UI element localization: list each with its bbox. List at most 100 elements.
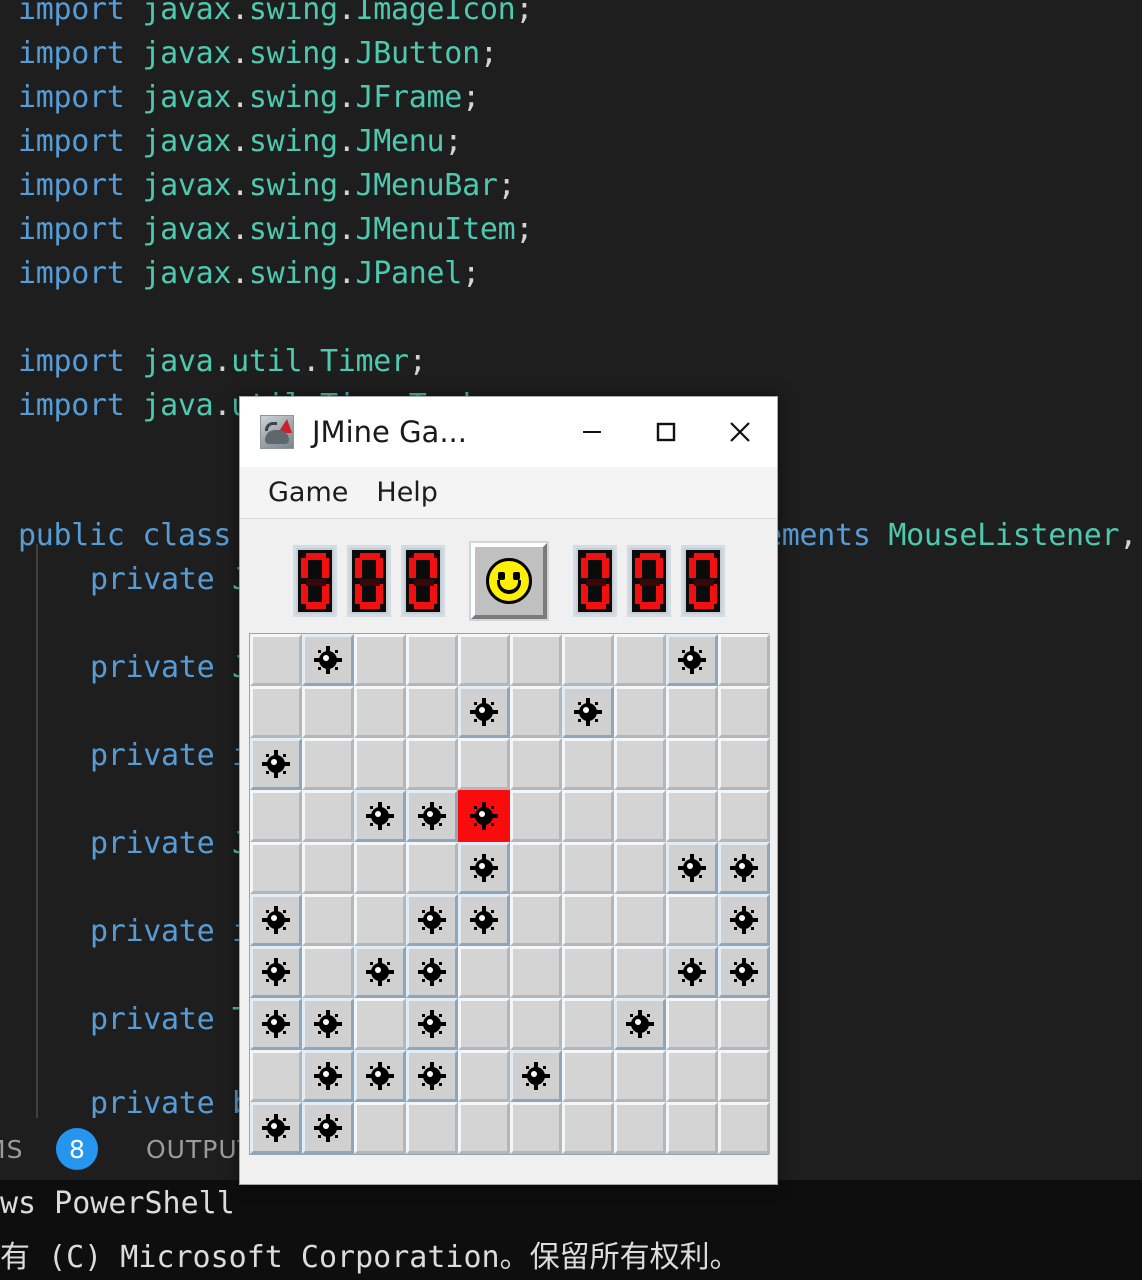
minefield-cell-mine[interactable] (301, 998, 354, 1050)
minefield-cell[interactable] (509, 1102, 562, 1154)
minefield-cell-mine[interactable] (249, 1102, 302, 1154)
minefield-cell[interactable] (509, 686, 562, 738)
minefield-cell[interactable] (353, 894, 406, 946)
minefield-cell-mine[interactable] (249, 946, 302, 998)
minefield-cell[interactable] (249, 1050, 302, 1102)
minefield-cell-mine[interactable] (509, 1050, 562, 1102)
minefield-cell-mine[interactable] (717, 946, 770, 998)
minefield-cell[interactable] (509, 998, 562, 1050)
minefield-cell[interactable] (457, 1050, 510, 1102)
minefield-cell[interactable] (249, 790, 302, 842)
minefield-cell[interactable] (665, 1050, 718, 1102)
minefield-cell[interactable] (353, 686, 406, 738)
minefield-cell[interactable] (457, 946, 510, 998)
minefield-cell-mine[interactable] (249, 894, 302, 946)
minefield-cell[interactable] (717, 686, 770, 738)
minefield-cell[interactable] (561, 842, 614, 894)
minefield-cell[interactable] (561, 1102, 614, 1154)
window-titlebar[interactable]: JMine Ga... (240, 397, 777, 467)
minefield-cell[interactable] (613, 738, 666, 790)
minefield-cell[interactable] (405, 1102, 458, 1154)
minefield-cell-mine[interactable] (405, 894, 458, 946)
tab-output[interactable]: OUTPUT (146, 1135, 254, 1164)
minefield-cell[interactable] (613, 894, 666, 946)
minefield-cell-mine[interactable] (249, 738, 302, 790)
minefield-cell-mine[interactable] (665, 842, 718, 894)
minefield-cell[interactable] (613, 946, 666, 998)
minefield-cell[interactable] (509, 738, 562, 790)
minefield-cell[interactable] (457, 634, 510, 686)
minefield-cell[interactable] (353, 998, 406, 1050)
minefield-cell[interactable] (509, 894, 562, 946)
minefield-cell[interactable] (665, 894, 718, 946)
tab-problems[interactable]: MS (0, 1135, 23, 1164)
minefield-cell[interactable] (665, 998, 718, 1050)
minefield-cell[interactable] (249, 842, 302, 894)
minefield-cell[interactable] (353, 842, 406, 894)
minefield-cell-mine[interactable] (561, 686, 614, 738)
minefield-cell[interactable] (405, 738, 458, 790)
jmine-window[interactable]: JMine Ga... Game Help (239, 396, 778, 1185)
minefield-cell[interactable] (665, 686, 718, 738)
minefield-cell[interactable] (405, 634, 458, 686)
close-icon[interactable] (703, 397, 777, 467)
minefield-cell[interactable] (405, 686, 458, 738)
minefield-cell-mine[interactable] (301, 1050, 354, 1102)
minefield-cell-mine[interactable] (353, 946, 406, 998)
minefield-cell[interactable] (353, 1102, 406, 1154)
minefield-cell[interactable] (613, 842, 666, 894)
minefield-grid[interactable] (248, 633, 770, 1155)
minefield-cell[interactable] (561, 634, 614, 686)
minefield-cell-mine[interactable] (353, 790, 406, 842)
minefield-cell[interactable] (717, 738, 770, 790)
minefield-cell[interactable] (665, 790, 718, 842)
minefield-cell-mine[interactable] (405, 790, 458, 842)
minefield-cell[interactable] (717, 998, 770, 1050)
minimize-icon[interactable] (555, 397, 629, 467)
minefield-cell-mine[interactable] (665, 634, 718, 686)
minefield-cell[interactable] (301, 842, 354, 894)
minefield-cell[interactable] (509, 842, 562, 894)
minefield-cell[interactable] (717, 1102, 770, 1154)
minefield-cell[interactable] (561, 946, 614, 998)
minefield-cell[interactable] (717, 790, 770, 842)
minefield-cell[interactable] (613, 686, 666, 738)
minefield-cell[interactable] (613, 790, 666, 842)
minefield-cell[interactable] (561, 790, 614, 842)
minefield-cell-exploded[interactable] (457, 790, 510, 842)
minefield-cell[interactable] (301, 738, 354, 790)
minefield-cell[interactable] (561, 738, 614, 790)
minefield-cell-mine[interactable] (613, 998, 666, 1050)
minefield-cell[interactable] (665, 738, 718, 790)
minefield-cell-mine[interactable] (405, 998, 458, 1050)
minefield-cell-mine[interactable] (457, 686, 510, 738)
menu-item-help[interactable]: Help (362, 473, 452, 512)
minefield-cell[interactable] (509, 946, 562, 998)
minefield-cell[interactable] (665, 1102, 718, 1154)
menu-bar[interactable]: Game Help (240, 467, 777, 519)
minefield-cell[interactable] (301, 894, 354, 946)
minefield-cell[interactable] (249, 686, 302, 738)
minefield-cell-mine[interactable] (717, 894, 770, 946)
minefield-cell[interactable] (457, 738, 510, 790)
minefield-cell[interactable] (561, 998, 614, 1050)
maximize-icon[interactable] (629, 397, 703, 467)
minefield-cell[interactable] (301, 790, 354, 842)
minefield-cell[interactable] (509, 790, 562, 842)
minefield-cell-mine[interactable] (405, 946, 458, 998)
minefield-cell[interactable] (301, 686, 354, 738)
minefield-cell[interactable] (457, 1102, 510, 1154)
minefield-cell[interactable] (613, 1102, 666, 1154)
minefield-cell-mine[interactable] (405, 1050, 458, 1102)
minefield-cell[interactable] (509, 634, 562, 686)
minefield-cell-mine[interactable] (301, 634, 354, 686)
minefield-cell-mine[interactable] (457, 842, 510, 894)
minefield-cell[interactable] (717, 1050, 770, 1102)
minefield-cell-mine[interactable] (353, 1050, 406, 1102)
minefield-cell[interactable] (561, 894, 614, 946)
minefield-cell[interactable] (249, 634, 302, 686)
minefield-cell-mine[interactable] (665, 946, 718, 998)
minefield-cell-mine[interactable] (457, 894, 510, 946)
minefield-cell[interactable] (301, 946, 354, 998)
menu-item-game[interactable]: Game (254, 473, 362, 512)
